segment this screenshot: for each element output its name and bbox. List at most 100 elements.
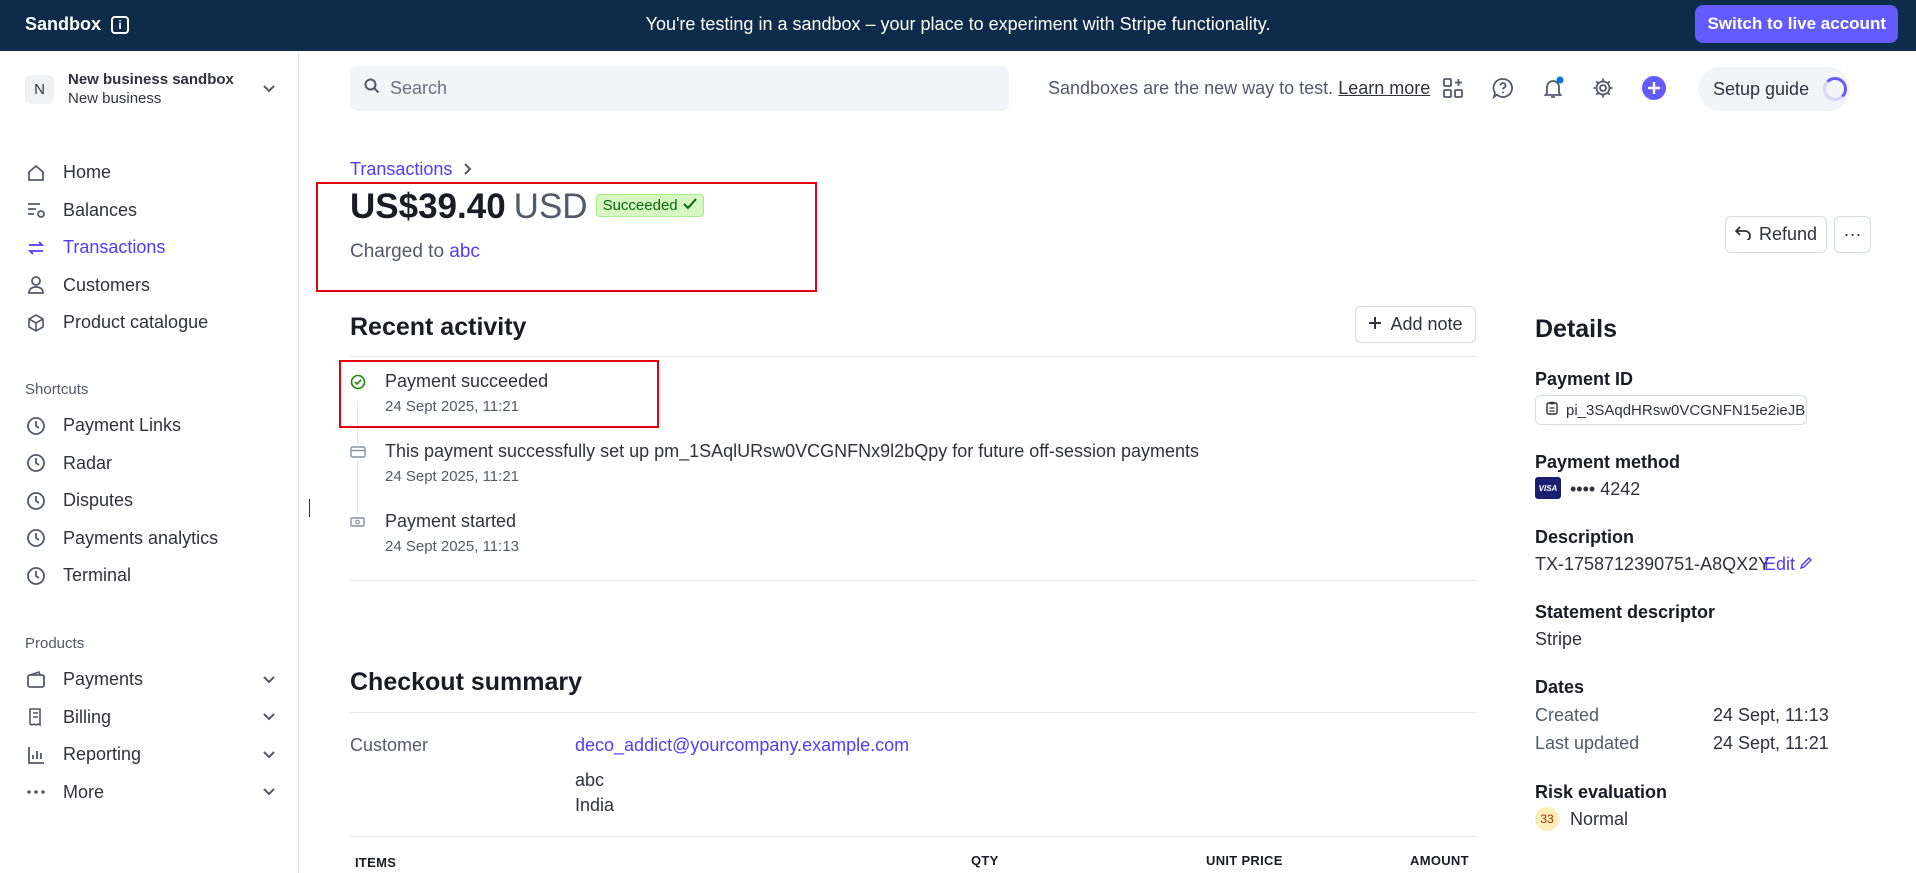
customers-icon bbox=[25, 274, 47, 296]
details-title: Details bbox=[1535, 315, 1617, 343]
column-header-items: ITEMS bbox=[355, 855, 397, 870]
activity-time: 24 Sept 2025, 11:13 bbox=[385, 538, 520, 555]
gear-icon[interactable] bbox=[1589, 74, 1617, 102]
sidebar-item-label: Radar bbox=[63, 452, 113, 473]
apps-icon[interactable] bbox=[1439, 74, 1467, 102]
sidebar: N New business sandbox New business Home… bbox=[0, 51, 299, 873]
chevron-down-icon bbox=[263, 673, 275, 687]
sidebar-item-transactions[interactable]: Transactions bbox=[25, 229, 275, 267]
sidebar-item-disputes[interactable]: Disputes bbox=[25, 482, 275, 520]
account-name: New business sandbox bbox=[68, 71, 234, 88]
sidebar-item-payments-analytics[interactable]: Payments analytics bbox=[25, 520, 275, 558]
chevron-down-icon bbox=[263, 710, 275, 724]
sidebar-item-billing[interactable]: Billing bbox=[25, 699, 275, 737]
activity-title: Payment started bbox=[385, 511, 517, 531]
app-shell: N New business sandbox New business Home… bbox=[0, 51, 1916, 873]
risk-score-badge: 33 bbox=[1535, 807, 1559, 831]
sidebar-item-label: More bbox=[63, 781, 105, 802]
plus-icon bbox=[1368, 314, 1382, 335]
chevron-down-icon bbox=[263, 82, 275, 96]
shortcuts-nav: Shortcuts Payment Links Radar Disputes P… bbox=[25, 381, 275, 595]
clock-icon bbox=[25, 527, 47, 549]
visa-card-icon: VISA bbox=[1535, 477, 1561, 499]
last-updated-value: 24 Sept, 11:21 bbox=[1713, 733, 1829, 753]
customer-label: Customer bbox=[350, 735, 429, 755]
help-icon[interactable] bbox=[1489, 74, 1517, 102]
description-value: TX-1758712390751-A8QX2Y bbox=[1535, 554, 1771, 574]
bar-chart-icon bbox=[25, 744, 47, 766]
sidebar-item-payments[interactable]: Payments bbox=[25, 661, 275, 699]
sidebar-item-customers[interactable]: Customers bbox=[25, 267, 275, 305]
created-value: 24 Sept, 11:13 bbox=[1713, 705, 1829, 725]
text-cursor bbox=[309, 499, 310, 517]
last-updated-label: Last updated bbox=[1535, 733, 1640, 753]
chevron-down-icon bbox=[263, 748, 275, 762]
payment-id-copy-button[interactable]: pi_3SAqdHRsw0VCGNFN15e2ieJB bbox=[1535, 395, 1807, 425]
products-nav: Products Payments Billing Reporting More bbox=[25, 635, 275, 811]
billing-icon bbox=[25, 706, 47, 728]
sidebar-item-more[interactable]: More bbox=[25, 774, 275, 812]
sidebar-item-home[interactable]: Home bbox=[25, 154, 275, 192]
promo-text: Sandboxes are the new way to test. bbox=[1048, 78, 1334, 98]
search-placeholder: Search bbox=[390, 78, 448, 98]
top-bar: Search Sandboxes are the new way to test… bbox=[350, 66, 1860, 112]
sidebar-item-label: Disputes bbox=[63, 490, 134, 511]
created-label: Created bbox=[1535, 705, 1600, 725]
activity-title: This payment successfully set up pm_1SAq… bbox=[385, 441, 1199, 461]
setup-guide-button[interactable]: Setup guide bbox=[1698, 67, 1850, 111]
clock-icon bbox=[25, 452, 47, 474]
refund-button[interactable]: Refund bbox=[1725, 216, 1827, 253]
sidebar-item-terminal[interactable]: Terminal bbox=[25, 557, 275, 595]
customer-email-link[interactable]: deco_addict@yourcompany.example.com bbox=[575, 735, 909, 756]
create-plus-icon[interactable] bbox=[1640, 74, 1668, 102]
product-icon bbox=[25, 312, 47, 334]
pencil-icon bbox=[1799, 554, 1813, 575]
description-label: Description bbox=[1535, 527, 1635, 547]
sidebar-item-radar[interactable]: Radar bbox=[25, 445, 275, 483]
payment-method-label: Payment method bbox=[1535, 452, 1681, 472]
wallet-icon bbox=[25, 669, 47, 691]
payment-id-value: pi_3SAqdHRsw0VCGNFN15e2ieJB bbox=[1566, 401, 1806, 419]
risk-evaluation-label: Risk evaluation bbox=[1535, 782, 1668, 802]
clock-icon bbox=[25, 565, 47, 587]
breadcrumb-transactions-link[interactable]: Transactions bbox=[350, 159, 452, 180]
sidebar-item-reporting[interactable]: Reporting bbox=[25, 736, 275, 774]
more-actions-button[interactable]: ··· bbox=[1834, 216, 1871, 253]
column-header-unit-price: UNIT PRICE bbox=[1206, 853, 1283, 868]
sidebar-item-label: Terminal bbox=[63, 565, 132, 586]
statement-descriptor-value: Stripe bbox=[1535, 629, 1583, 649]
search-input[interactable]: Search bbox=[350, 66, 1009, 111]
sidebar-item-product-catalogue[interactable]: Product catalogue bbox=[25, 304, 275, 342]
dates-label: Dates bbox=[1535, 677, 1585, 697]
switch-to-live-button[interactable]: Switch to live account bbox=[1695, 5, 1898, 43]
progress-ring-icon bbox=[1823, 77, 1848, 101]
sidebar-item-label: Product catalogue bbox=[63, 312, 209, 333]
account-switcher[interactable]: N New business sandbox New business bbox=[25, 70, 275, 108]
sidebar-item-label: Transactions bbox=[63, 237, 166, 258]
sidebar-item-label: Home bbox=[63, 162, 112, 183]
edit-description-button[interactable]: Edit bbox=[1764, 554, 1813, 575]
card-last4: •••• 4242 bbox=[1570, 479, 1641, 499]
sidebar-item-label: Reporting bbox=[63, 744, 142, 765]
bell-icon[interactable] bbox=[1539, 74, 1567, 102]
add-note-button[interactable]: Add note bbox=[1355, 306, 1476, 343]
shortcuts-label: Shortcuts bbox=[25, 381, 89, 398]
sandbox-banner: Sandbox i You're testing in a sandbox – … bbox=[0, 0, 1916, 51]
sidebar-item-payment-links[interactable]: Payment Links bbox=[25, 407, 275, 445]
search-icon bbox=[364, 78, 380, 99]
undo-arrow-icon bbox=[1734, 224, 1751, 245]
clock-icon bbox=[25, 490, 47, 512]
refund-label: Refund bbox=[1758, 224, 1818, 244]
sidebar-item-balances[interactable]: Balances bbox=[25, 192, 275, 230]
activity-time: 24 Sept 2025, 11:21 bbox=[385, 468, 520, 485]
breadcrumb: Transactions bbox=[350, 159, 472, 180]
divider bbox=[350, 836, 1476, 837]
learn-more-link[interactable]: Learn more bbox=[1338, 78, 1430, 98]
sandbox-message: You're testing in a sandbox – your place… bbox=[645, 14, 1271, 34]
sidebar-item-label: Billing bbox=[63, 706, 112, 727]
column-header-qty: QTY bbox=[971, 853, 999, 868]
divider bbox=[350, 712, 1476, 713]
products-label: Products bbox=[25, 635, 85, 652]
recent-activity-title: Recent activity bbox=[350, 313, 527, 341]
customer-country: India bbox=[575, 795, 615, 815]
